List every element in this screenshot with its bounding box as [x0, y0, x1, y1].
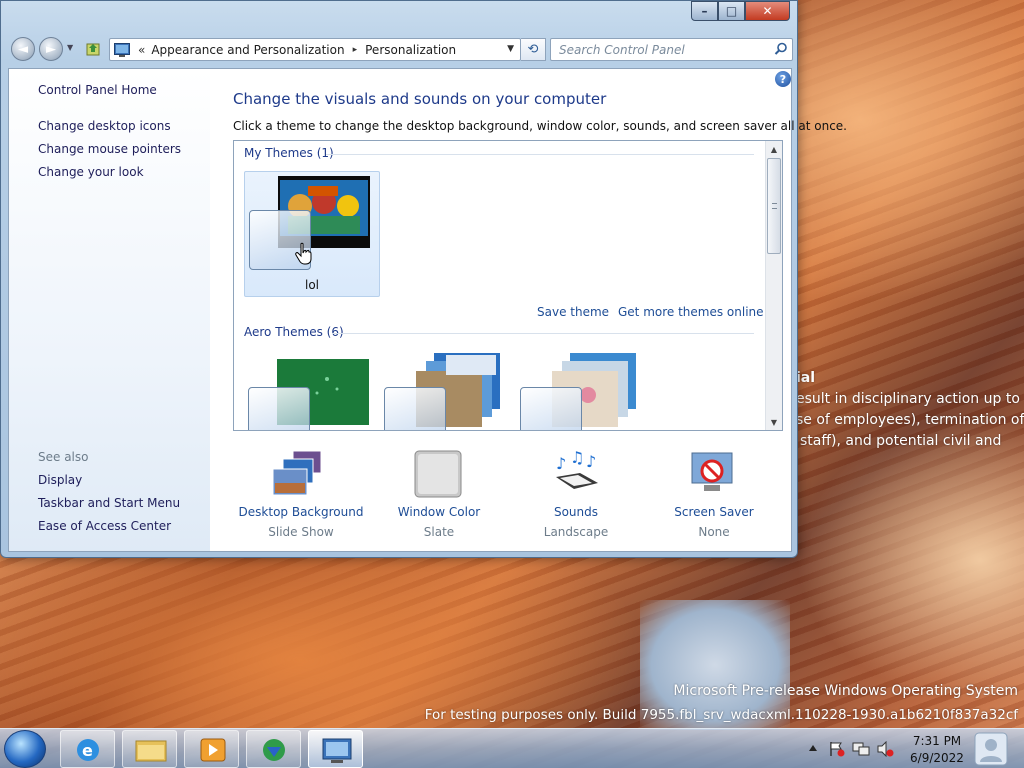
page-title: Change the visuals and sounds on your co…	[233, 90, 607, 108]
maximize-button[interactable]: □	[718, 1, 745, 21]
breadcrumb-personalization[interactable]: Personalization	[365, 43, 456, 57]
taskbar-app-green[interactable]	[246, 730, 301, 768]
change-desktop-icons-link[interactable]: Change desktop icons	[38, 119, 171, 133]
back-button[interactable]: ◄	[11, 37, 35, 61]
desktop-text-line4: staff), and potential civil and	[800, 433, 1002, 449]
taskbar-internet-explorer[interactable]: e	[60, 730, 115, 768]
get-more-themes-link[interactable]: Get more themes online	[618, 305, 764, 319]
start-button[interactable]	[4, 730, 46, 768]
theme-window-preview	[248, 387, 310, 430]
personalization-window: – □ ✕ ◄ ► ▼ « Appearance and Personaliza…	[0, 0, 847, 558]
theme-list[interactable]: My Themes (1) lol Save theme Get more th…	[233, 140, 783, 431]
display-link[interactable]: Display	[38, 473, 82, 487]
volume-muted-icon[interactable]	[876, 741, 894, 757]
window-color-value: Slate	[423, 525, 455, 539]
breadcrumb-appearance[interactable]: Appearance and Personalization	[151, 43, 344, 57]
scroll-up-arrow-icon[interactable]: ▲	[766, 141, 782, 157]
internet-explorer-icon: e	[77, 739, 99, 761]
aero-themes-header[interactable]: Aero Themes (6)	[244, 325, 344, 339]
my-themes-header[interactable]: My Themes (1)	[244, 146, 334, 160]
address-overflow-chevron[interactable]: «	[138, 43, 145, 57]
change-mouse-pointers-link[interactable]: Change mouse pointers	[38, 142, 181, 156]
svg-text:♪: ♪	[556, 454, 566, 473]
see-also-label: See also	[38, 450, 89, 464]
watermark-line2: For testing purposes only. Build 7955.fb…	[424, 707, 1018, 723]
svg-text:♪: ♪	[586, 452, 596, 471]
address-dropdown-icon[interactable]: ▼	[507, 44, 514, 54]
svg-text:e: e	[82, 741, 93, 760]
control-panel-home-link[interactable]: Control Panel Home	[38, 83, 157, 97]
ease-of-access-link[interactable]: Ease of Access Center	[38, 519, 171, 533]
refresh-button[interactable]: ⟲	[521, 38, 546, 61]
download-manager-icon	[263, 739, 285, 761]
aero-theme-item[interactable]	[516, 351, 641, 430]
taskbar-media-player[interactable]	[184, 730, 239, 768]
change-your-look-link[interactable]: Change your look	[38, 165, 144, 179]
window-color-label[interactable]: Window Color	[370, 505, 508, 519]
scroll-down-arrow-icon[interactable]: ▼	[766, 414, 782, 430]
search-icon[interactable]	[774, 42, 788, 56]
desktop-text-line2: esult in disciplinary action up to	[796, 391, 1020, 407]
close-button[interactable]: ✕	[745, 1, 790, 21]
theme-window-preview	[520, 387, 582, 430]
window-color-icon	[414, 450, 462, 498]
minimize-button[interactable]: –	[691, 1, 718, 21]
media-player-icon	[200, 738, 226, 762]
clock-date: 6/9/2022	[910, 751, 964, 765]
theme-window-preview	[384, 387, 446, 430]
group-divider	[326, 154, 754, 155]
page-subtitle: Click a theme to change the desktop back…	[233, 119, 847, 133]
taskbar-control-panel[interactable]	[308, 730, 363, 768]
control-panel-taskbar-icon	[322, 738, 352, 763]
taskbar-windows-explorer[interactable]	[122, 730, 177, 768]
screen-saver-label[interactable]: Screen Saver	[645, 505, 783, 519]
control-panel-icon	[114, 42, 130, 57]
sounds-icon: ♪ ♫ ♪	[556, 449, 598, 489]
watermark-line1: Microsoft Pre-release Windows Operating …	[673, 683, 1018, 699]
svg-text:♫: ♫	[570, 449, 584, 467]
taskbar-start-menu-link[interactable]: Taskbar and Start Menu	[38, 496, 180, 510]
desktop-text-line1: ial	[796, 370, 816, 386]
breadcrumb-separator-arrow[interactable]: ▸	[353, 45, 358, 55]
recent-pages-dropdown[interactable]: ▼	[67, 43, 73, 52]
desktop-background-label[interactable]: Desktop Background	[232, 505, 370, 519]
screen-saver-value: None	[698, 525, 730, 539]
clock-time: 7:31 PM	[912, 734, 962, 748]
desktop-text-line3: se of employees), termination of	[796, 412, 1024, 428]
save-theme-link[interactable]: Save theme	[537, 305, 609, 319]
hand-cursor-icon	[295, 242, 312, 265]
screen-saver-icon	[691, 452, 733, 491]
navigation-bar: ◄ ► ▼ « Appearance and Personalization ▸…	[9, 35, 793, 63]
caption-buttons: – □ ✕	[691, 1, 790, 23]
sounds-label[interactable]: Sounds	[507, 505, 645, 519]
group-divider	[332, 333, 754, 334]
desktop-background-value: Slide Show	[268, 525, 334, 539]
scrollbar-thumb[interactable]	[767, 158, 781, 254]
system-clock[interactable]: 7:31 PM 6/9/2022	[904, 733, 970, 767]
action-center-flag-icon[interactable]	[828, 741, 846, 757]
user-avatar-icon[interactable]	[972, 730, 1010, 768]
forward-button[interactable]: ►	[39, 37, 63, 61]
scrollbar-grip	[772, 203, 777, 209]
address-bar[interactable]: « Appearance and Personalization ▸ Perso…	[109, 38, 521, 61]
desktop-background-icon	[272, 450, 322, 496]
show-hidden-icons-icon[interactable]	[808, 743, 818, 753]
search-input[interactable]: Search Control Panel	[550, 38, 793, 61]
up-folder-icon[interactable]	[85, 41, 101, 57]
sounds-value: Landscape	[543, 525, 609, 539]
help-button[interactable]: ?	[775, 71, 791, 87]
network-icon[interactable]	[852, 741, 870, 757]
theme-item-lol[interactable]: lol	[244, 171, 380, 297]
taskbar: e 7:31 PM 6/9/2022	[0, 728, 1024, 768]
folder-icon	[135, 740, 167, 762]
theme-name: lol	[304, 278, 319, 292]
window-client-area: Control Panel Home Change desktop icons …	[8, 68, 847, 552]
aero-theme-item[interactable]	[380, 351, 505, 430]
task-pane: Control Panel Home Change desktop icons …	[9, 69, 210, 551]
aero-theme-item[interactable]	[244, 351, 369, 430]
theme-list-scrollbar[interactable]: ▲ ▼	[765, 141, 782, 430]
